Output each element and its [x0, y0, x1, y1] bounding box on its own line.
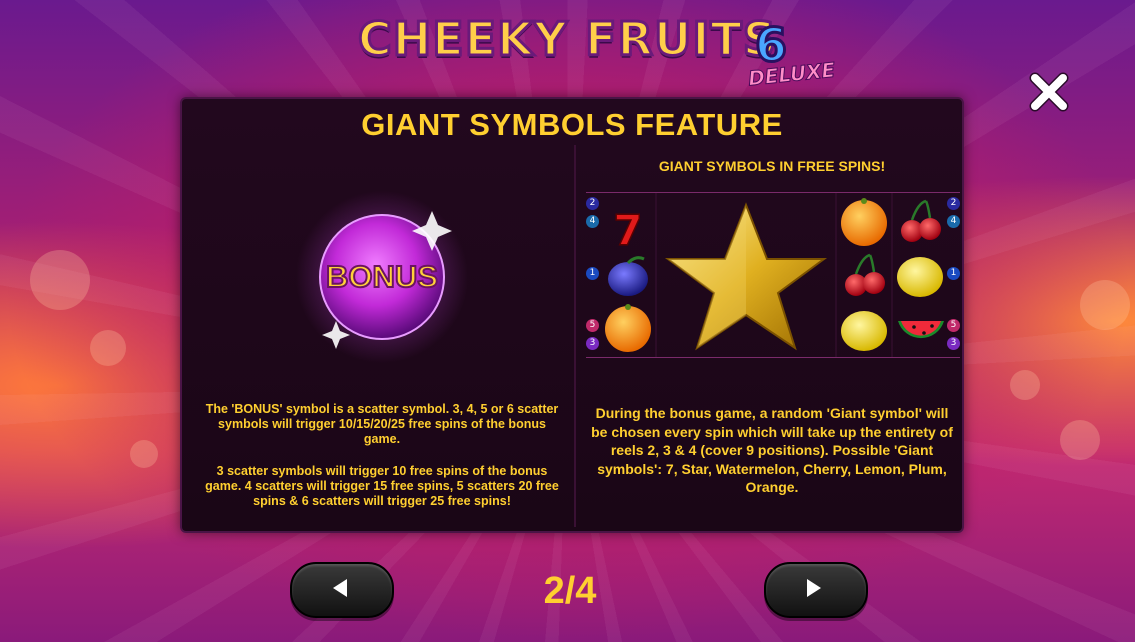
- giant-star-icon: [664, 202, 828, 351]
- orange-icon: [841, 198, 887, 246]
- arrow-right-icon: [807, 579, 821, 597]
- watermelon-icon: [898, 321, 944, 339]
- bonus-description-2: 3 scatter symbols will trigger 10 free s…: [205, 464, 559, 508]
- lemon-icon: [897, 257, 943, 297]
- lemon-icon: [841, 311, 887, 351]
- seven-icon: 7: [613, 205, 644, 256]
- giant-symbols-subtitle: GIANT SYMBOLS IN FREE SPINS!: [658, 158, 886, 174]
- background-bokeh: [90, 330, 126, 366]
- close-button[interactable]: [1027, 70, 1071, 114]
- cherry-icon: [901, 199, 941, 242]
- cherry-icon: [845, 253, 885, 296]
- game-logo: CHEEKY FRUITS 6 DELUXE: [0, 11, 1135, 92]
- bonus-description-1: The 'BONUS' symbol is a scatter symbol. …: [205, 402, 559, 446]
- previous-page-button[interactable]: [290, 562, 394, 618]
- giant-symbols-description: During the bonus game, a random 'Giant s…: [591, 405, 953, 495]
- plum-icon: [608, 256, 648, 296]
- reel-symbols: 7: [605, 193, 944, 357]
- background-bokeh: [130, 440, 158, 468]
- svg-text:7: 7: [613, 206, 642, 255]
- bonus-symbol: BONUS: [292, 189, 472, 369]
- page-indicator: 2/4: [543, 570, 597, 612]
- background-bokeh: [1080, 280, 1130, 330]
- background-bokeh: [30, 250, 90, 310]
- reels-preview: 2 4 1 5 3 2 4 1 5 3 7: [586, 192, 960, 358]
- close-icon: [1029, 72, 1069, 112]
- bonus-label: BONUS: [325, 258, 439, 295]
- arrow-left-icon: [333, 579, 347, 597]
- panel-divider: [574, 145, 576, 527]
- orange-icon: [605, 304, 651, 352]
- panel-title: GIANT SYMBOLS FEATURE: [361, 107, 783, 142]
- game-title: CHEEKY FRUITS: [357, 11, 778, 68]
- info-panel: GIANT SYMBOLS FEATURE BONUS The 'BONUS' …: [180, 97, 964, 533]
- background-bokeh: [1060, 420, 1100, 460]
- background-bokeh: [1010, 370, 1040, 400]
- next-page-button[interactable]: [764, 562, 868, 618]
